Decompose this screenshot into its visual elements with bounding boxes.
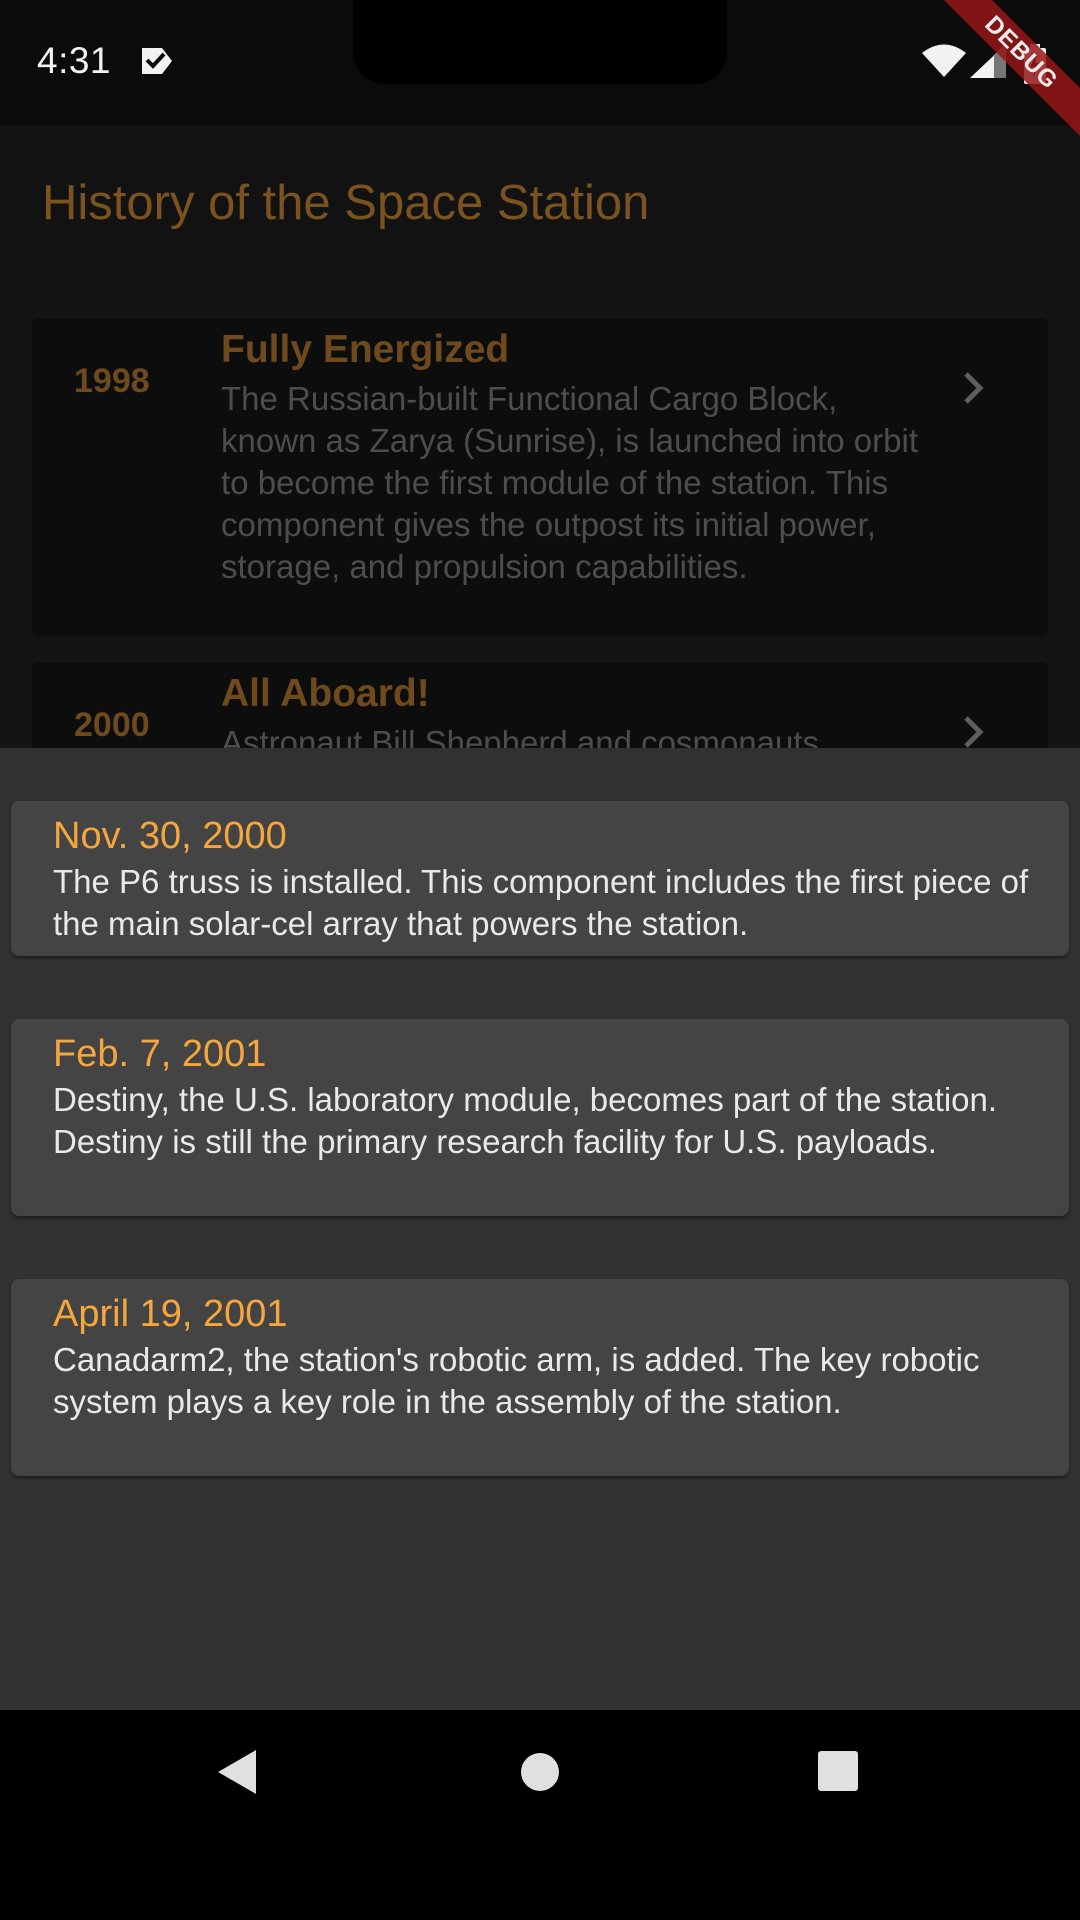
event-card: Feb. 7, 2001 Destiny, the U.S. laborator… bbox=[11, 1019, 1069, 1216]
card-description: The Russian-built Functional Cargo Block… bbox=[221, 380, 918, 585]
timeline-card-1998[interactable]: 1998 Fully Energized The Russian-built F… bbox=[32, 318, 1048, 636]
camera-notch bbox=[353, 0, 727, 84]
home-icon[interactable] bbox=[519, 1751, 561, 1798]
page-title: History of the Space Station bbox=[42, 176, 650, 230]
event-date: April 19, 2001 bbox=[53, 1293, 288, 1335]
event-date: Feb. 7, 2001 bbox=[53, 1033, 267, 1075]
event-description: Canadarm2, the station's robotic arm, is… bbox=[53, 1341, 980, 1420]
battery-icon bbox=[1024, 44, 1046, 89]
card-year: 2000 bbox=[74, 706, 150, 744]
timeline-list: 1998 Fully Energized The Russian-built F… bbox=[0, 272, 1080, 748]
chevron-right-icon bbox=[962, 370, 986, 411]
wifi-icon bbox=[922, 44, 966, 83]
status-time: 4:31 bbox=[37, 40, 112, 81]
event-description: The P6 truss is installed. This componen… bbox=[53, 863, 1029, 942]
event-date: Nov. 30, 2000 bbox=[53, 815, 287, 857]
timeline-card-2000[interactable]: 2000 All Aboard! Astronaut Bill Shepherd… bbox=[32, 662, 1048, 748]
event-card: Nov. 30, 2000 The P6 truss is installed.… bbox=[11, 801, 1069, 956]
bottom-sheet[interactable]: Nov. 30, 2000 The P6 truss is installed.… bbox=[0, 748, 1080, 1710]
card-year: 1998 bbox=[74, 362, 150, 400]
card-title: Fully Energized bbox=[221, 328, 510, 371]
back-icon[interactable] bbox=[216, 1748, 260, 1801]
event-card: April 19, 2001 Canadarm2, the station's … bbox=[11, 1279, 1069, 1476]
event-description: Destiny, the U.S. laboratory module, bec… bbox=[53, 1081, 998, 1160]
navigation-bar bbox=[0, 1710, 1080, 1920]
card-description: Astronaut Bill Shepherd and cosmonauts bbox=[221, 724, 820, 748]
card-title: All Aboard! bbox=[221, 672, 430, 715]
status-bar: 4:31 DEBUG bbox=[0, 0, 1080, 147]
notification-check-icon bbox=[140, 46, 174, 81]
recent-apps-icon[interactable] bbox=[817, 1750, 859, 1797]
app-bar: History of the Space Station bbox=[0, 125, 1080, 272]
chevron-right-icon bbox=[962, 714, 986, 748]
cell-signal-icon bbox=[970, 44, 1008, 83]
